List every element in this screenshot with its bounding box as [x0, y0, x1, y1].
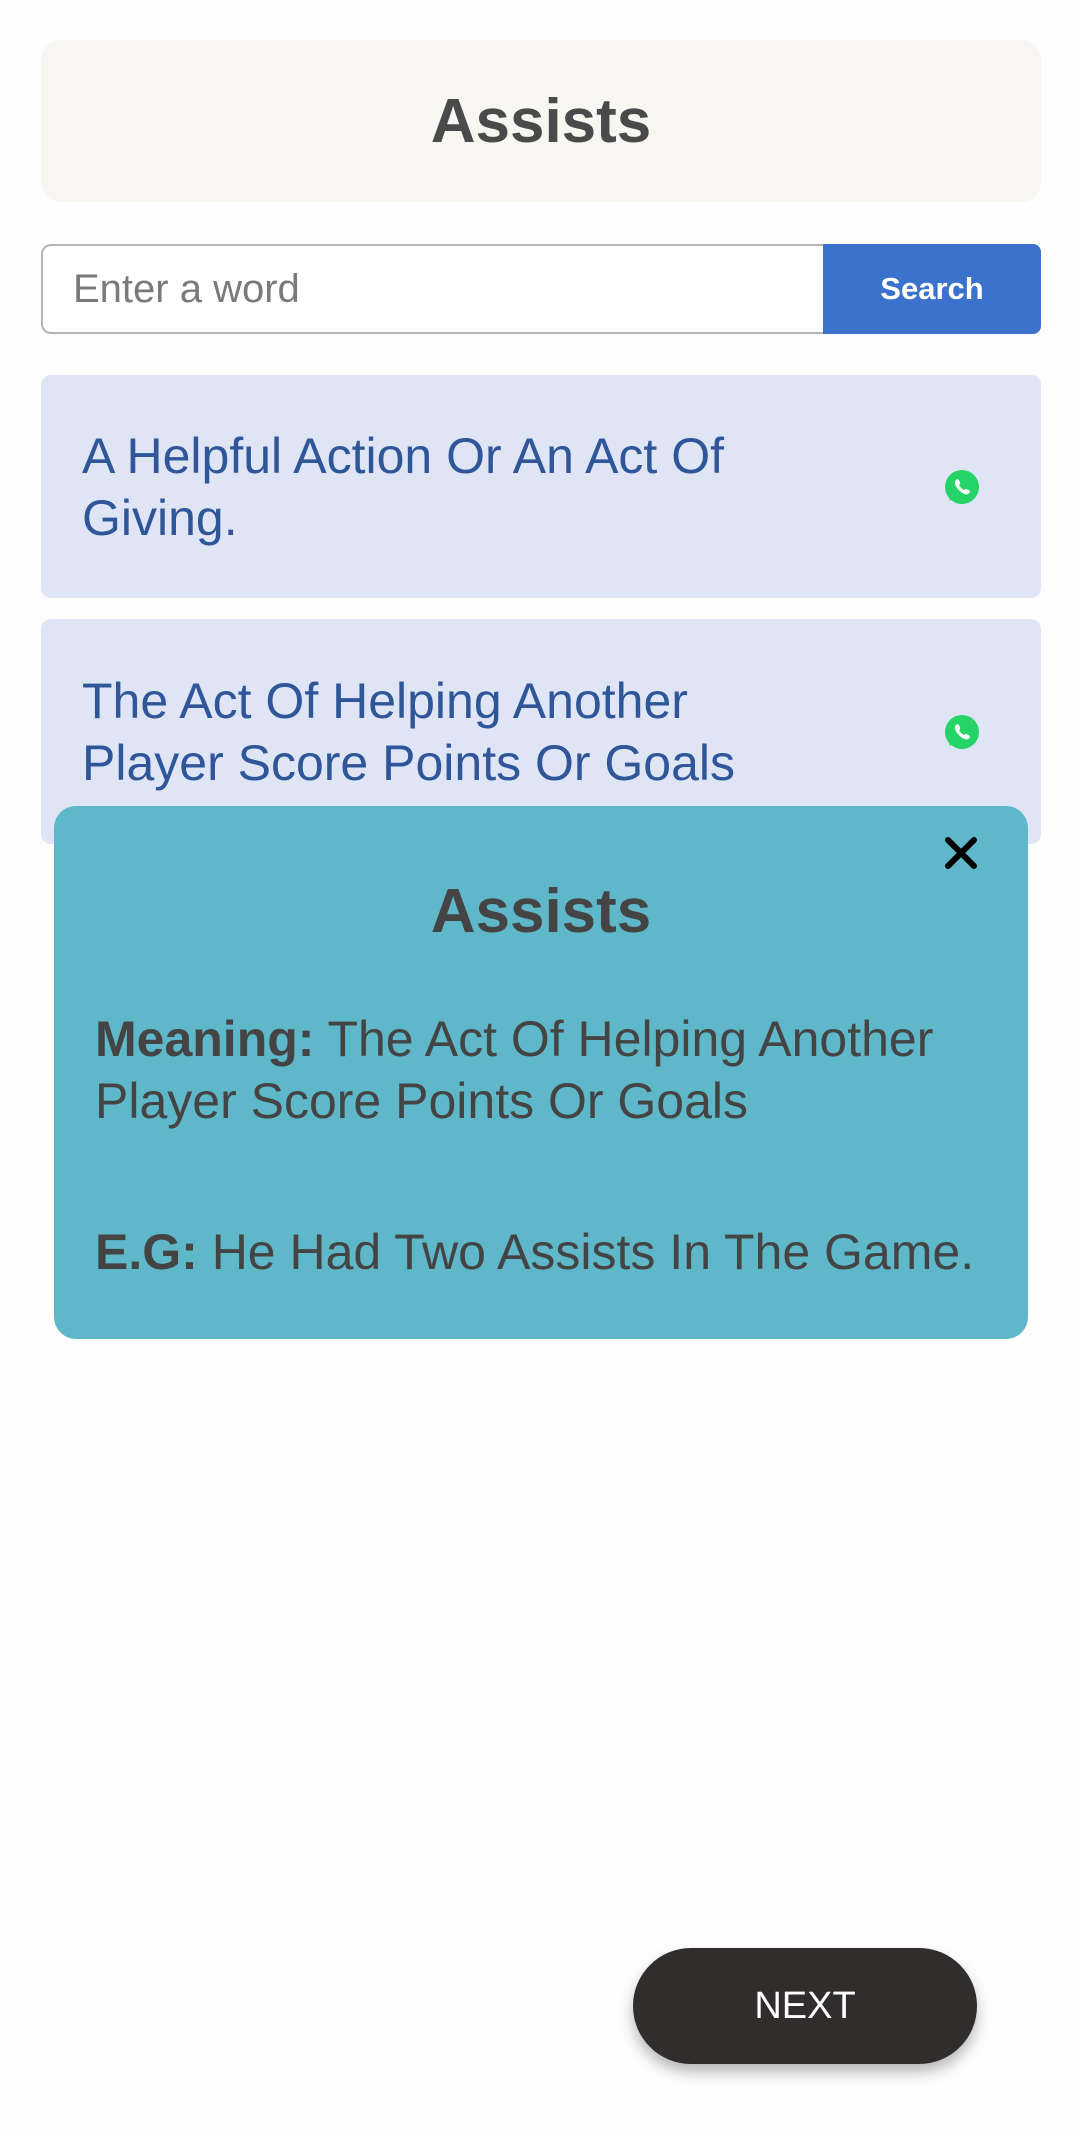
whatsapp-icon[interactable]: [943, 468, 981, 506]
meaning-text: Meaning: The Act Of Helping Another Play…: [95, 1008, 987, 1132]
search-input[interactable]: [41, 244, 823, 334]
example-text: E.G: He Had Two Assists In The Game.: [95, 1221, 987, 1283]
example-value: He Had Two Assists In The Game.: [211, 1224, 975, 1280]
search-button[interactable]: Search: [823, 244, 1041, 334]
meaning-label: Meaning:: [95, 1011, 315, 1067]
example-label: E.G:: [95, 1224, 198, 1280]
result-card[interactable]: A Helpful Action Or An Act Of Giving.: [41, 375, 1041, 598]
result-text: The Act Of Helping Another Player Score …: [82, 672, 736, 791]
page-header: Assists: [41, 40, 1041, 202]
close-icon[interactable]: [936, 828, 986, 878]
page-title: Assists: [430, 86, 652, 156]
next-button[interactable]: NEXT: [633, 1948, 977, 2064]
search-bar: Search: [41, 244, 1041, 334]
whatsapp-icon[interactable]: [943, 713, 981, 751]
modal-title: Assists: [430, 877, 652, 946]
definition-modal: Assists Meaning: The Act Of Helping Anot…: [54, 806, 1028, 1339]
result-text: A Helpful Action Or An Act Of Giving.: [82, 427, 724, 546]
